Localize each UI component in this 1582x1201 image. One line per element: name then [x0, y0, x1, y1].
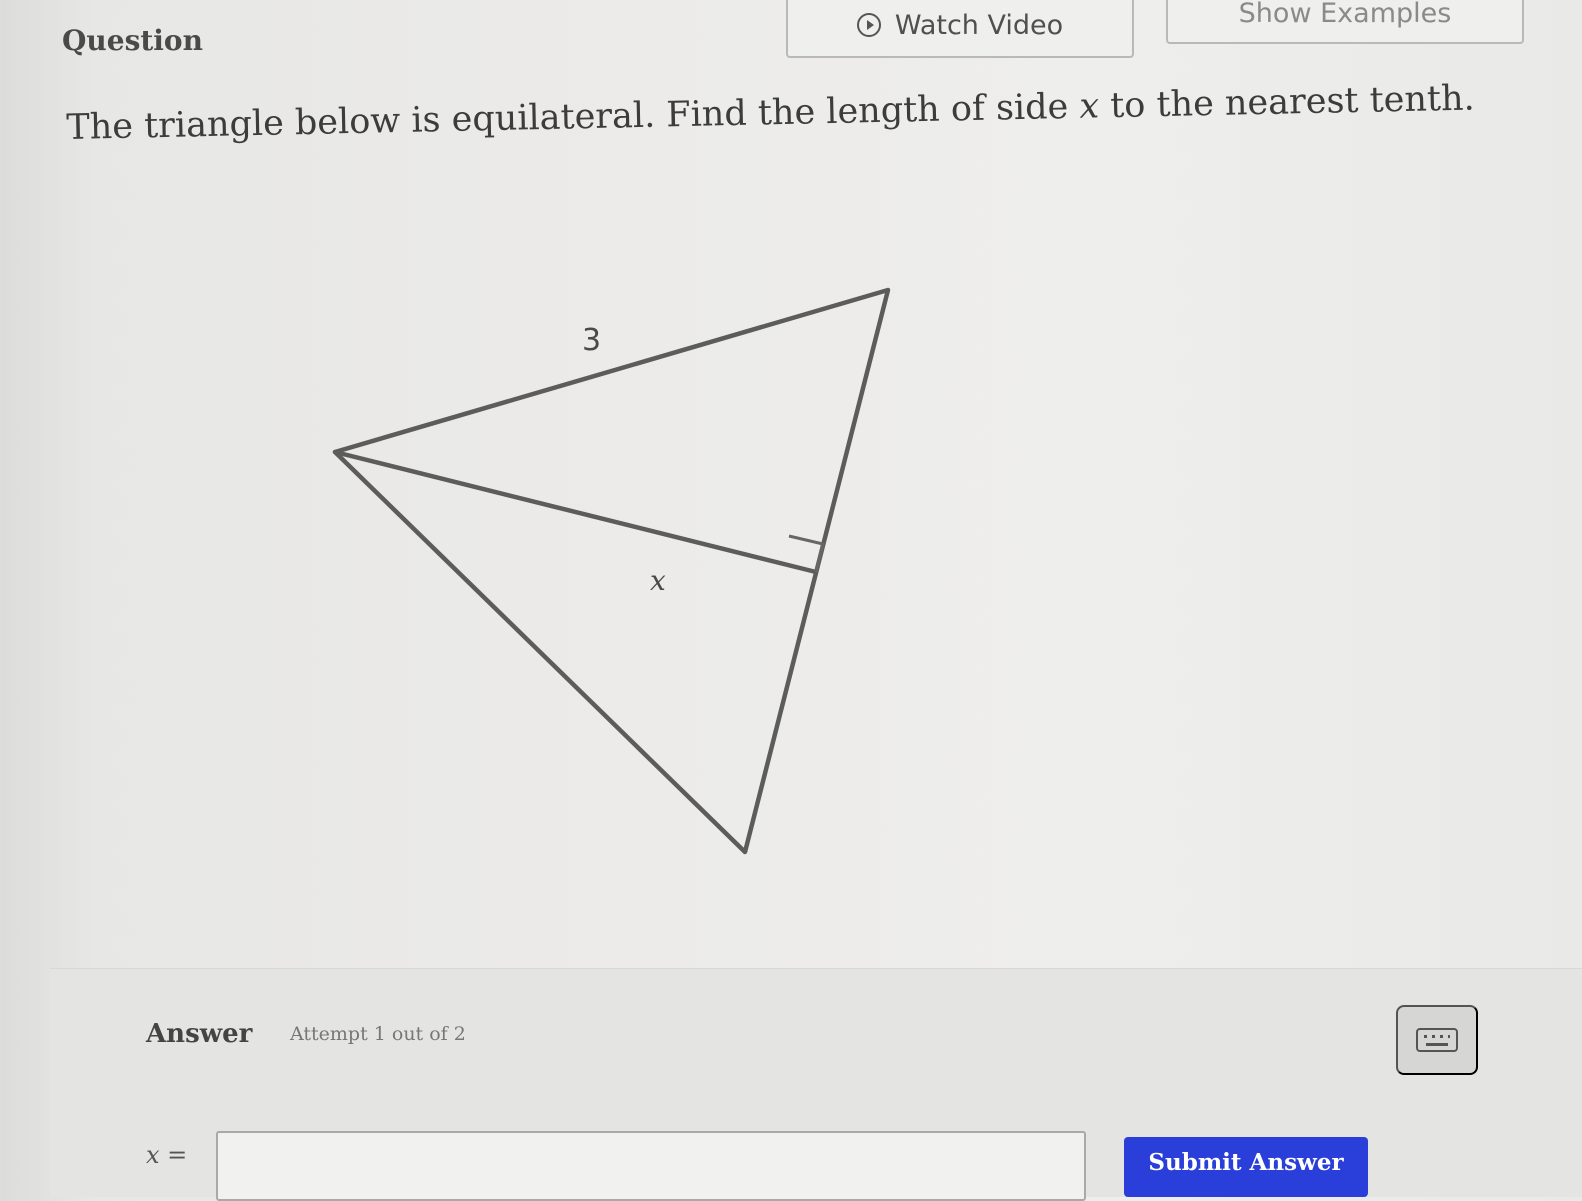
altitude-line — [332, 449, 819, 575]
submit-answer-button[interactable]: Submit Answer — [1124, 1137, 1368, 1197]
altitude-x-label: x — [650, 564, 666, 597]
keyboard-icon — [1416, 1028, 1458, 1052]
answer-input[interactable] — [216, 1131, 1086, 1201]
keyboard-button[interactable] — [1396, 1005, 1478, 1075]
answer-variable-label: x = — [146, 1141, 187, 1169]
side-length-label: 3 — [582, 323, 601, 358]
answer-equals: = — [159, 1141, 188, 1169]
answer-label: Answer — [146, 1019, 253, 1049]
attempt-counter: Attempt 1 out of 2 — [290, 1023, 466, 1045]
answer-variable: x — [146, 1141, 160, 1169]
triangle-diagram: 3 x — [332, 287, 891, 855]
answer-section: Answer Attempt 1 out of 2 x = Submit Ans… — [50, 968, 1582, 1201]
